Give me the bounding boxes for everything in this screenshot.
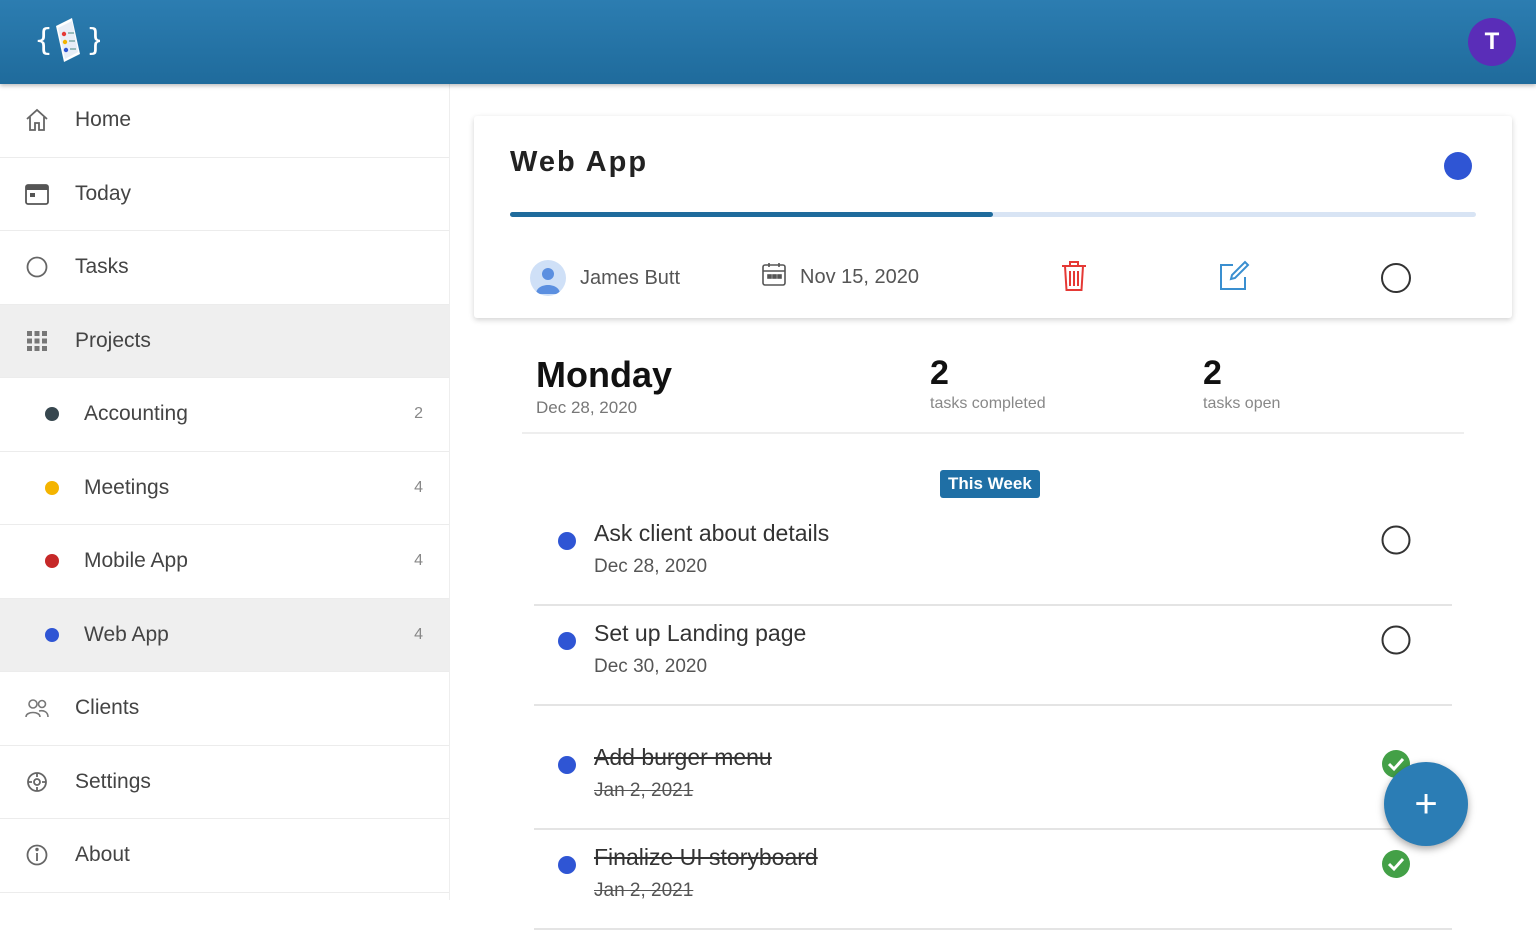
people-icon bbox=[24, 695, 50, 721]
sidebar-item-label: Today bbox=[75, 181, 132, 205]
complete-project-checkbox[interactable] bbox=[1376, 256, 1416, 300]
project-color-dot bbox=[45, 627, 59, 642]
trash-icon bbox=[1059, 259, 1089, 298]
project-color-dot bbox=[45, 554, 59, 569]
project-card: Web App James Butt Nov 15, 2020 bbox=[474, 116, 1512, 318]
project-color-dot bbox=[45, 407, 59, 422]
week-badge: This Week bbox=[940, 470, 1040, 498]
sidebar-item-label: Projects bbox=[75, 328, 151, 352]
task-checked-icon[interactable] bbox=[1380, 848, 1412, 880]
calendar-icon bbox=[760, 260, 788, 294]
sidebar-item-tasks[interactable]: Tasks bbox=[0, 231, 449, 305]
task-date: Dec 28, 2020 bbox=[594, 556, 708, 577]
sidebar-item-label: Clients bbox=[75, 696, 140, 720]
task-count: 4 bbox=[414, 552, 423, 570]
task-checkbox[interactable] bbox=[1380, 524, 1412, 556]
user-avatar[interactable]: T bbox=[1468, 18, 1516, 66]
calendar-icon bbox=[24, 181, 50, 207]
project-progress-bar bbox=[510, 212, 1476, 217]
open-stat: 2 tasks open bbox=[1203, 354, 1280, 413]
sidebar-item-label: Home bbox=[75, 108, 132, 132]
app-logo-icon[interactable]: { } bbox=[34, 14, 105, 66]
project-owner: James Butt bbox=[530, 260, 680, 296]
main-content: Web App James Butt Nov 15, 2020 Monday D… bbox=[450, 84, 1536, 930]
task-color-dot bbox=[558, 632, 576, 650]
sidebar-item-label: Mobile App bbox=[84, 549, 188, 573]
project-progress-fill bbox=[510, 212, 993, 217]
sidebar-item-label: Accounting bbox=[84, 402, 188, 426]
edit-icon bbox=[1217, 259, 1251, 298]
task-row[interactable]: Ask client about details Dec 28, 2020 bbox=[534, 508, 1452, 606]
completed-label: tasks completed bbox=[930, 395, 1046, 412]
home-icon bbox=[24, 107, 50, 133]
task-checkbox[interactable] bbox=[1380, 624, 1412, 656]
task-count: 4 bbox=[414, 478, 423, 496]
task-date: Dec 30, 2020 bbox=[594, 656, 708, 677]
sidebar-item-mobile-app[interactable]: Mobile App 4 bbox=[0, 525, 449, 599]
sidebar-item-settings[interactable]: Settings bbox=[0, 746, 449, 819]
sidebar-item-label: Meetings bbox=[84, 475, 170, 499]
grid-icon bbox=[24, 328, 50, 354]
sidebar-item-accounting[interactable]: Accounting 2 bbox=[0, 378, 449, 452]
delete-project-button[interactable] bbox=[1054, 256, 1094, 300]
sidebar-item-meetings[interactable]: Meetings 4 bbox=[0, 452, 449, 525]
task-date: Jan 2, 2021 bbox=[594, 780, 694, 801]
task-row[interactable]: Add burger menu Jan 2, 2021 bbox=[534, 732, 1452, 830]
day-summary: Monday Dec 28, 2020 2 tasks completed 2 … bbox=[522, 352, 1464, 434]
task-name: Finalize UI storyboard bbox=[594, 844, 818, 870]
day-date: Dec 28, 2020 bbox=[536, 398, 638, 417]
sidebar-item-label: Web App bbox=[84, 622, 169, 646]
task-date: Jan 2, 2021 bbox=[594, 880, 694, 901]
sidebar-item-label: About bbox=[75, 843, 130, 867]
task-color-dot bbox=[558, 856, 576, 874]
task-color-dot bbox=[558, 532, 576, 550]
task-row[interactable]: Set up Landing page Dec 30, 2020 bbox=[534, 608, 1452, 706]
due-date-text: Nov 15, 2020 bbox=[800, 265, 919, 288]
task-color-dot bbox=[558, 756, 576, 774]
project-due-date: Nov 15, 2020 bbox=[760, 260, 919, 294]
task-name: Add burger menu bbox=[594, 744, 772, 770]
project-title: Web App bbox=[510, 146, 649, 178]
sidebar-item-web-app[interactable]: Web App 4 bbox=[0, 598, 449, 672]
owner-name: James Butt bbox=[580, 266, 681, 289]
task-name: Ask client about details bbox=[594, 520, 830, 546]
edit-project-button[interactable] bbox=[1214, 256, 1254, 300]
completed-count: 2 bbox=[930, 354, 949, 392]
sidebar-item-label: Settings bbox=[75, 769, 151, 793]
owner-avatar-icon bbox=[530, 260, 566, 296]
settings-icon bbox=[24, 769, 50, 795]
sidebar-item-about[interactable]: About bbox=[0, 819, 449, 893]
app-header: { } T bbox=[0, 0, 1536, 84]
project-meta-row: James Butt Nov 15, 2020 bbox=[510, 256, 1476, 300]
add-task-button[interactable]: + bbox=[1384, 762, 1468, 846]
open-label: tasks open bbox=[1203, 395, 1281, 412]
info-icon bbox=[24, 842, 50, 868]
sidebar-item-home[interactable]: Home bbox=[0, 84, 449, 158]
task-count: 2 bbox=[414, 405, 423, 423]
day-name: Monday bbox=[536, 354, 673, 395]
open-count: 2 bbox=[1203, 354, 1222, 392]
task-count: 4 bbox=[414, 625, 423, 643]
sidebar-item-clients[interactable]: Clients bbox=[0, 672, 449, 746]
svg-text:{: { bbox=[34, 23, 53, 58]
completed-stat: 2 tasks completed bbox=[930, 354, 1046, 413]
sidebar-item-label: Tasks bbox=[75, 255, 129, 279]
circle-icon bbox=[24, 254, 50, 280]
sidebar-item-today[interactable]: Today bbox=[0, 158, 449, 231]
svg-text:}: } bbox=[86, 23, 100, 58]
sidebar-item-projects[interactable]: Projects bbox=[0, 304, 449, 378]
task-name: Set up Landing page bbox=[594, 620, 807, 646]
task-row[interactable]: Finalize UI storyboard Jan 2, 2021 bbox=[534, 832, 1452, 930]
sidebar: Home Today Tasks Projects Accounting 2 M… bbox=[0, 84, 450, 900]
project-color-dot bbox=[1444, 152, 1472, 180]
project-color-dot bbox=[45, 480, 59, 495]
